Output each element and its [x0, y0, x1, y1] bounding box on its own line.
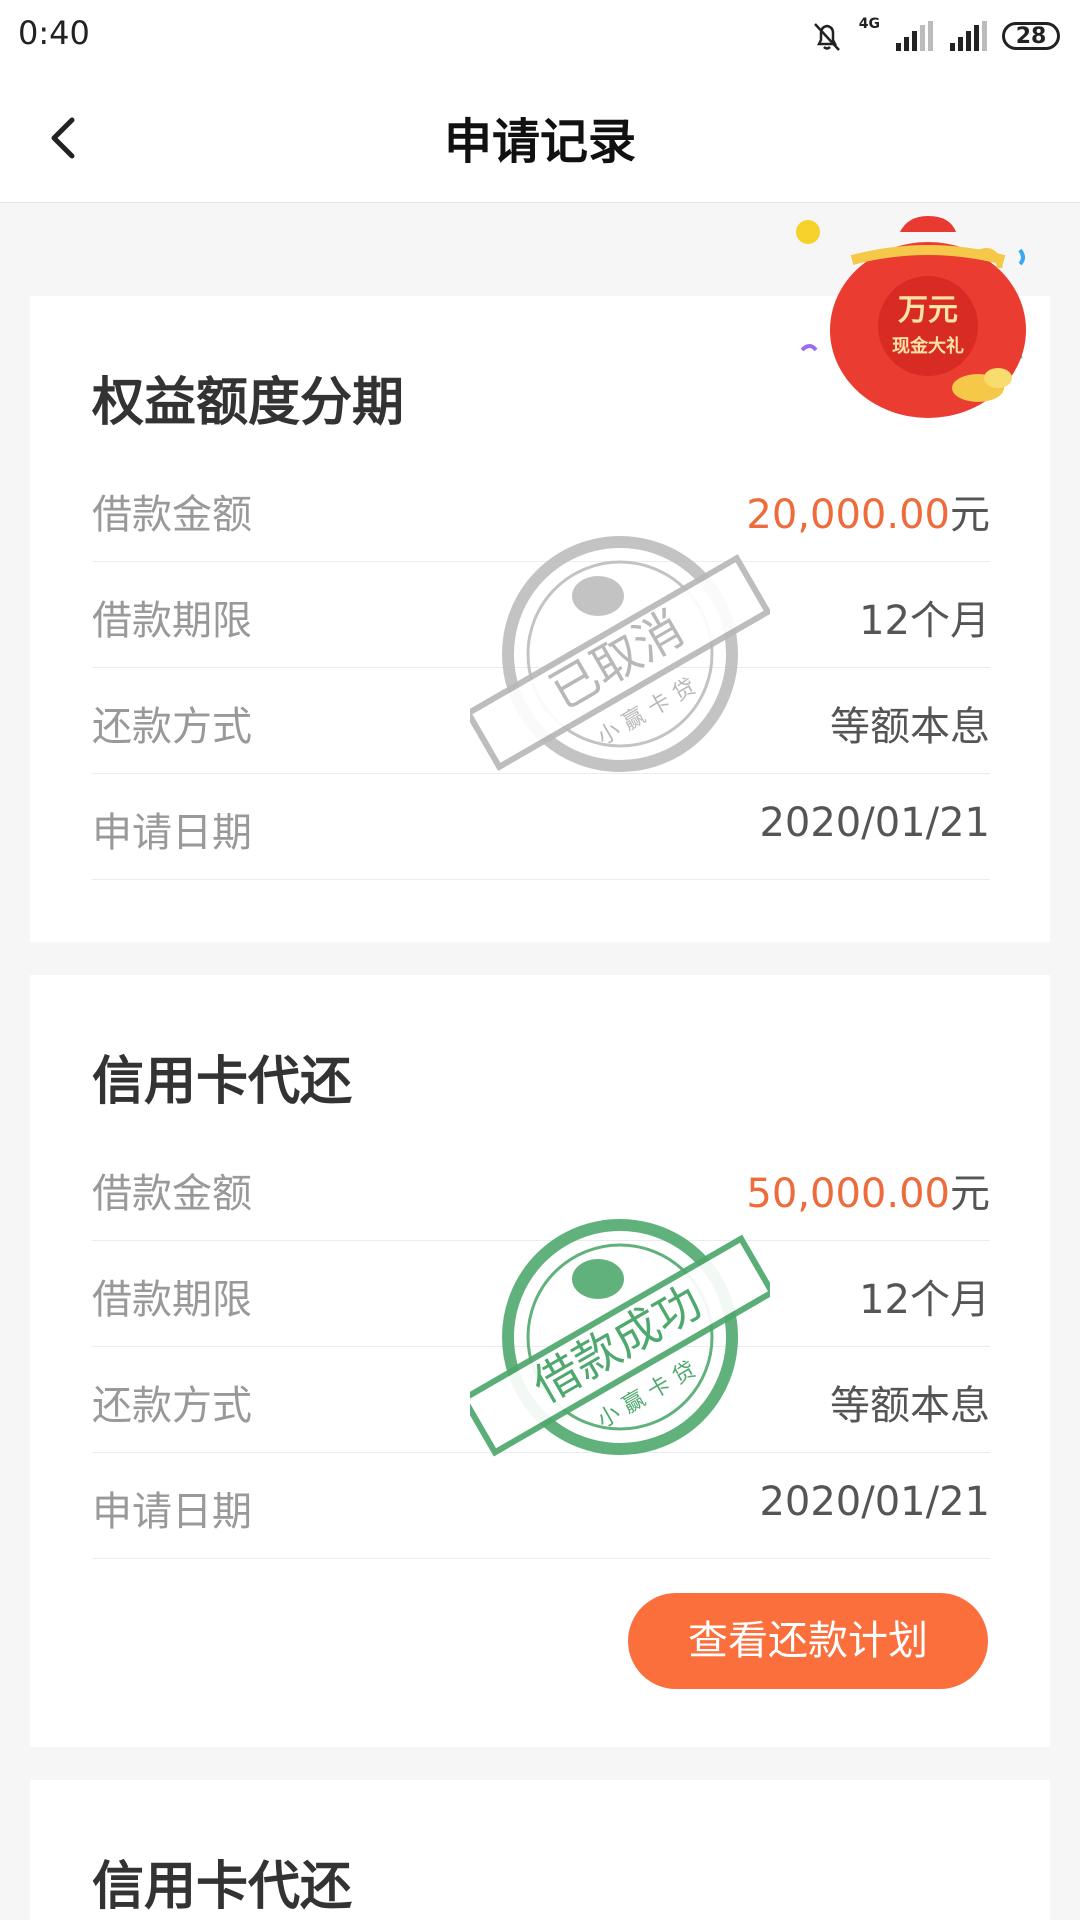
row-label: 还款方式 [92, 1383, 252, 1429]
row-value: 2020/01/21 [759, 1479, 990, 1525]
row-value: 等额本息 [830, 1383, 990, 1429]
promo-line1: 万元 [898, 293, 958, 328]
row-value: 20,000.00元 [746, 482, 990, 540]
row-label: 申请日期 [92, 1489, 252, 1535]
cancelled-stamp: 已取消 小 赢 卡 贷 [470, 536, 770, 772]
row-value: 等额本息 [830, 704, 990, 750]
row-label: 借款金额 [92, 492, 252, 538]
row-value: 12个月 [859, 1277, 990, 1323]
status-time: 0:40 [18, 14, 90, 52]
row-value: 2020/01/21 [759, 800, 990, 846]
info-row-date: 申请日期 2020/01/21 [92, 774, 990, 880]
navigation-bar: 申请记录 [0, 72, 1080, 203]
battery-level: 28 [1015, 23, 1047, 49]
application-card[interactable]: 信用卡代还 [30, 1780, 1050, 1920]
row-label: 借款期限 [92, 598, 252, 644]
battery-icon: 28 [1002, 22, 1060, 50]
page-title: 申请记录 [443, 114, 636, 170]
card-title: 权益额度分期 [92, 373, 405, 433]
bell-muted-icon [813, 23, 840, 51]
application-card[interactable]: 信用卡代还 借款金额 50,000.00元 借款期限 12个月 还款方式 等额本… [30, 975, 1050, 1747]
loan-amount: 20,000.00 [746, 492, 950, 538]
view-repayment-plan-button[interactable]: 查看还款计划 [628, 1593, 988, 1689]
network-label: 4G [858, 16, 880, 32]
loan-amount: 50,000.00 [746, 1171, 950, 1217]
promo-line2: 现金大礼 [892, 335, 964, 357]
row-label: 申请日期 [92, 810, 252, 856]
row-label: 借款期限 [92, 1277, 252, 1323]
card-title: 信用卡代还 [92, 1857, 353, 1917]
amount-unit: 元 [950, 1171, 990, 1217]
loan-success-stamp: 借款成功 小 赢 卡 贷 [470, 1219, 770, 1457]
signal-icon [950, 21, 987, 51]
row-label: 借款金额 [92, 1171, 252, 1217]
card-title: 信用卡代还 [92, 1052, 353, 1112]
signal-icon [896, 21, 933, 51]
row-value: 12个月 [859, 598, 990, 644]
row-label: 还款方式 [92, 704, 252, 750]
amount-unit: 元 [950, 492, 990, 538]
cash-gift-banner[interactable]: 万元 现金大礼 [780, 210, 1040, 420]
status-bar: 0:40 4G 28 [0, 0, 1080, 72]
row-value: 50,000.00元 [746, 1161, 990, 1219]
coin-icon [796, 220, 820, 244]
status-icons: 4G 28 [809, 16, 1060, 56]
